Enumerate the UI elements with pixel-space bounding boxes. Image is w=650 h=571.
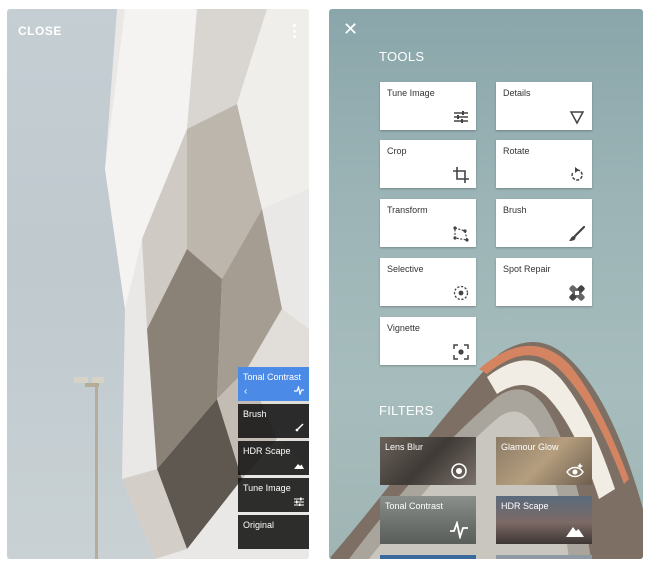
tool-transform[interactable]: Transform	[380, 199, 476, 247]
tune-image-icon	[294, 497, 304, 508]
editor-screen: CLOSE Tonal Contrast ‹ Brush HDR Scape T…	[7, 9, 309, 559]
mountain-icon	[566, 527, 584, 537]
edit-history-stack: Tonal Contrast ‹ Brush HDR Scape Tune Im…	[238, 367, 309, 552]
tool-rotate[interactable]: Rotate	[496, 140, 592, 188]
tune-icon	[454, 111, 468, 123]
tools-heading: TOOLS	[379, 49, 425, 64]
close-button[interactable]: CLOSE	[18, 24, 62, 38]
transform-icon	[453, 226, 469, 242]
tool-tune-image[interactable]: Tune Image	[380, 82, 476, 130]
history-item-original[interactable]: Original	[238, 515, 309, 549]
tool-vignette[interactable]: Vignette	[380, 317, 476, 365]
vignette-icon	[453, 344, 469, 360]
filter-label: Glamour Glow	[501, 442, 559, 452]
tool-label: Details	[503, 88, 531, 98]
history-item-hdr-scape[interactable]: HDR Scape	[238, 441, 309, 475]
bandage-icon	[569, 285, 585, 301]
tool-label: Tune Image	[387, 88, 435, 98]
lens-blur-icon	[451, 463, 467, 479]
selective-icon	[453, 285, 469, 301]
history-item-tune-image[interactable]: Tune Image	[238, 478, 309, 512]
tool-spot-repair[interactable]: Spot Repair	[496, 258, 592, 306]
history-item-label: Tune Image	[243, 483, 291, 493]
tool-brush[interactable]: Brush	[496, 199, 592, 247]
tool-crop[interactable]: Crop	[380, 140, 476, 188]
history-item-label: Brush	[243, 409, 267, 419]
tool-label: Rotate	[503, 146, 530, 156]
filter-label: Lens Blur	[385, 442, 424, 452]
tool-selective[interactable]: Selective	[380, 258, 476, 306]
tool-label: Crop	[387, 146, 407, 156]
crop-icon	[453, 167, 469, 183]
tool-label: Transform	[387, 205, 428, 215]
eye-sparkle-icon	[566, 463, 584, 478]
kebab-menu-icon[interactable]	[288, 22, 300, 40]
history-item-tonal-contrast[interactable]: Tonal Contrast ‹	[238, 367, 309, 401]
tools-screen: ✕ TOOLS Tune Image Details Crop Rotate T…	[329, 9, 643, 559]
rotate-icon	[571, 167, 583, 181]
filter-lens-blur[interactable]: Lens Blur	[380, 437, 476, 485]
tonal-contrast-icon	[294, 384, 304, 397]
tool-label: Brush	[503, 205, 527, 215]
tool-label: Selective	[387, 264, 424, 274]
filter-label: Tonal Contrast	[385, 501, 444, 511]
history-item-label: HDR Scape	[243, 446, 291, 456]
brush-icon	[295, 423, 304, 434]
close-icon[interactable]: ✕	[343, 20, 358, 38]
filter-label: HDR Scape	[501, 501, 549, 511]
filter-tonal-contrast[interactable]: Tonal Contrast	[380, 496, 476, 544]
tool-details[interactable]: Details	[496, 82, 592, 130]
tonal-contrast-icon	[450, 521, 468, 539]
tool-label: Spot Repair	[503, 264, 551, 274]
hdr-scape-icon	[294, 461, 304, 471]
brush-icon	[569, 226, 585, 241]
filter-glamour-glow[interactable]: Glamour Glow	[496, 437, 592, 485]
filter-next-row-2[interactable]	[496, 555, 592, 559]
filter-next-row-1[interactable]	[380, 555, 476, 559]
background-photo	[329, 342, 643, 559]
back-chevron-icon[interactable]: ‹	[244, 386, 247, 397]
history-item-label: Original	[243, 520, 275, 530]
history-item-brush[interactable]: Brush	[238, 404, 309, 438]
filter-hdr-scape[interactable]: HDR Scape	[496, 496, 592, 544]
history-item-label: Tonal Contrast	[243, 372, 302, 382]
details-triangle-icon	[569, 111, 585, 125]
filters-heading: FILTERS	[379, 403, 434, 418]
tool-label: Vignette	[387, 323, 420, 333]
